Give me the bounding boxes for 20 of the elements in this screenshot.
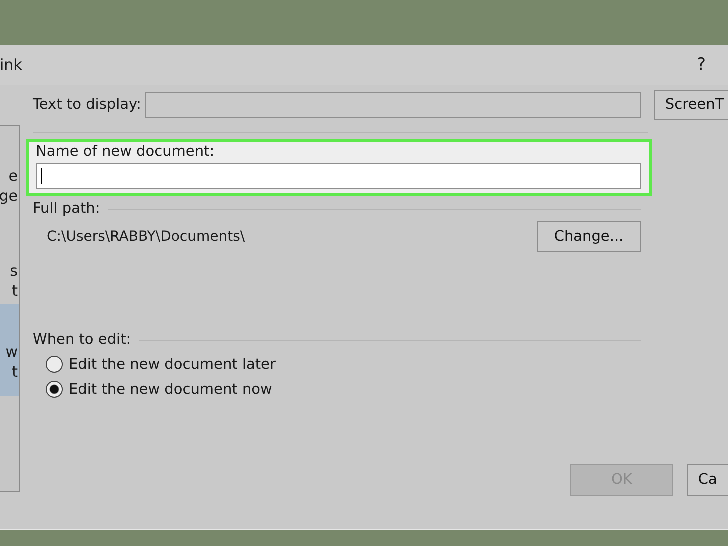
change-button[interactable]: Change...	[537, 221, 641, 252]
window-title: ink	[0, 56, 22, 74]
section-label: When to edit:	[33, 332, 132, 348]
sidebar-item[interactable]: w t	[0, 304, 19, 396]
radio-label[interactable]: Edit the new document now	[69, 382, 272, 398]
radio-button[interactable]	[46, 356, 63, 373]
radio-button[interactable]	[46, 381, 63, 398]
section-label: Full path:	[33, 201, 100, 217]
screentip-button[interactable]: ScreenT	[654, 90, 728, 120]
text-to-display-field[interactable]	[145, 92, 642, 118]
cancel-button[interactable]: Ca	[687, 464, 728, 496]
help-button[interactable]: ?	[696, 55, 706, 75]
radio-label[interactable]: Edit the new document later	[69, 356, 276, 372]
text-cursor	[41, 168, 42, 184]
field-label: Name of new document:	[36, 144, 215, 160]
sidebar-item[interactable]: s t	[0, 251, 19, 304]
document-name-field[interactable]	[36, 163, 641, 189]
field-label: Text to display:	[33, 97, 142, 113]
sidebar-item[interactable]: e ge	[0, 126, 19, 251]
path-text: C:\Users\RABBY\Documents\	[47, 228, 246, 244]
